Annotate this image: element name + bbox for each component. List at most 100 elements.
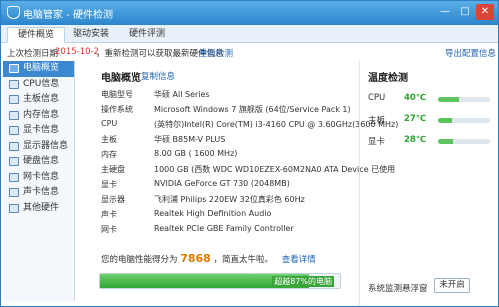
- sidebar-item-label: CPU信息: [23, 78, 60, 89]
- score-prefix: 您的电脑性能得分为: [101, 255, 178, 265]
- network-card-icon: [9, 172, 19, 182]
- overview-panel: 电脑概览 复制信息 电脑型号 华硕 All Series 操作系统 Microsof…: [81, 61, 398, 306]
- memory-icon: [9, 110, 19, 120]
- title-bar[interactable]: 电脑管家 - 硬件检测 — □ ✕: [1, 1, 498, 25]
- computer-icon: [9, 64, 19, 73]
- sidebar-item-label: 主板信息: [23, 94, 60, 104]
- motherboard-icon: [9, 95, 19, 104]
- row-label: 电脑型号: [101, 90, 133, 99]
- tab-bar: 硬件概览 驱动安装 硬件评测: [1, 25, 498, 43]
- sidebar-item-label: 显示器信息: [23, 140, 69, 151]
- sidebar-item-label: 电脑概览: [23, 63, 60, 73]
- row-value: 飞利浦 Philips 220EW 32位真彩色 60Hz: [154, 195, 305, 204]
- sidebar-item-motherboard[interactable]: 主板信息: [3, 92, 74, 108]
- view-details-link[interactable]: 查看详情: [282, 255, 316, 265]
- performance-score: 您的电脑性能得分为 7868 ，简直太牛啦。 查看详情: [101, 252, 316, 265]
- row-value: 华硕 All Series: [154, 90, 210, 99]
- temp-row-graphics: 显卡 28℃: [368, 135, 496, 149]
- row-label: 主硬盘: [101, 165, 125, 174]
- row-value: NVIDIA GeForce GT 730 (2048MB): [154, 179, 290, 188]
- performance-bar-label: 超越87%的电脑: [272, 276, 334, 287]
- sidebar-item-label: 声卡信息: [23, 187, 60, 197]
- row-label: 操作系统: [101, 105, 133, 114]
- temp-value: 28℃: [404, 135, 427, 145]
- shield-icon: [7, 6, 20, 19]
- temperature-title: 温度检测: [368, 73, 408, 84]
- row-label: 内存: [101, 150, 117, 159]
- row-label: 网卡: [101, 225, 117, 234]
- recheck-link[interactable]: 重新检测: [199, 47, 233, 59]
- sidebar-item-cpu[interactable]: CPU信息: [3, 77, 74, 93]
- floating-monitor-toggle[interactable]: 未开启: [434, 278, 470, 293]
- temp-bar: [438, 118, 490, 123]
- row-value: 8.00 GB ( 1600 MHz): [154, 149, 238, 158]
- hard-disk-icon: [9, 157, 19, 166]
- info-row-network: 网卡 Realtek PCIe GBE Family Controller: [101, 224, 361, 237]
- last-check-label: 上次检测日期: [7, 49, 59, 59]
- tab-hardware-overview[interactable]: 硬件概览: [7, 27, 66, 43]
- temp-bar-fill: [438, 97, 459, 102]
- tab-driver-install[interactable]: 驱动安装: [63, 27, 119, 43]
- temp-row-motherboard: 主板 27℃: [368, 114, 496, 128]
- score-value: 7868: [180, 252, 211, 265]
- sidebar-item-monitor[interactable]: 显示器信息: [3, 139, 74, 155]
- overview-title: 电脑概览: [101, 73, 141, 84]
- temp-bar: [438, 139, 490, 144]
- row-value: Microsoft Windows 7 旗舰版 (64位/Service Pac…: [154, 105, 351, 114]
- temp-bar-fill: [438, 139, 453, 144]
- temp-value: 40℃: [404, 93, 427, 103]
- graphics-card-icon: [9, 126, 19, 135]
- row-label: CPU: [101, 119, 118, 128]
- temp-label: 显卡: [368, 137, 386, 147]
- sidebar-item-memory[interactable]: 内存信息: [3, 108, 74, 124]
- row-value: Realtek PCIe GBE Family Controller: [154, 224, 294, 233]
- tab-hardware-benchmark[interactable]: 硬件评测: [119, 27, 175, 43]
- last-check-date: 2015-10-2: [55, 47, 99, 57]
- sidebar-item-label: 硬盘信息: [23, 156, 60, 166]
- copy-info-link[interactable]: 复制信息: [141, 70, 175, 82]
- app-window: 电脑管家 - 硬件检测 — □ ✕ 硬件概览 驱动安装 硬件评测 上次检测日期 …: [0, 0, 499, 307]
- sidebar-item-disk[interactable]: 硬盘信息: [3, 154, 74, 170]
- info-bar: 上次检测日期 2015-10-2 ，重新检测可以获取最新硬件信息 重新检测 导出…: [1, 44, 498, 60]
- cpu-icon: [9, 79, 19, 89]
- sidebar-item-other[interactable]: 其他硬件: [3, 201, 74, 217]
- info-row-memory: 内存 8.00 GB ( 1600 MHz): [101, 149, 361, 162]
- floating-monitor-label: 系统监测悬浮窗: [368, 284, 428, 294]
- sidebar-item-sound[interactable]: 声卡信息: [3, 185, 74, 201]
- info-row-cpu: CPU (英特尔)Intel(R) Core(TM) i3-4160 CPU @ …: [101, 119, 398, 132]
- temp-value: 27℃: [404, 114, 427, 124]
- temp-label: 主板: [368, 116, 386, 126]
- info-row-disk: 主硬盘 1000 GB (西数 WDC WD10EZEX-60M2NA0 ATA …: [101, 164, 395, 177]
- sidebar: 电脑概览 CPU信息 主板信息 内存信息 显卡信息 显示器信息 硬盘信息 网卡信…: [3, 61, 75, 301]
- sidebar-item-label: 显卡信息: [23, 125, 60, 135]
- info-row-monitor: 显示器 飞利浦 Philips 220EW 32位真彩色 60Hz: [101, 194, 361, 207]
- row-value: 华硕 B85M-V PLUS: [154, 135, 226, 144]
- other-hardware-icon: [9, 203, 19, 213]
- sidebar-item-graphics[interactable]: 显卡信息: [3, 123, 74, 139]
- info-row-graphics: 显卡 NVIDIA GeForce GT 730 (2048MB): [101, 179, 361, 192]
- window-title: 电脑管家 - 硬件检测: [23, 10, 113, 21]
- info-row-os: 操作系统 Microsoft Windows 7 旗舰版 (64位/Service…: [101, 104, 361, 117]
- row-label: 显示器: [101, 195, 125, 204]
- temp-bar-fill: [438, 118, 453, 123]
- maximize-button[interactable]: □: [456, 4, 474, 20]
- temperature-panel: 温度检测 CPU 40℃ 主板 27℃ 显卡 28℃ 系统监测悬浮窗 未开启: [359, 61, 498, 306]
- sidebar-item-network[interactable]: 网卡信息: [3, 170, 74, 186]
- close-button[interactable]: ✕: [476, 4, 494, 20]
- temp-row-cpu: CPU 40℃: [368, 93, 496, 107]
- info-row-model: 电脑型号 华硕 All Series: [101, 89, 361, 102]
- performance-bar: 超越87%的电脑: [99, 273, 341, 289]
- temp-bar: [438, 97, 490, 102]
- row-value: Realtek High Definition Audio: [154, 209, 272, 218]
- sidebar-item-label: 网卡信息: [23, 171, 60, 182]
- export-config-link[interactable]: 导出配置信息: [445, 47, 496, 59]
- minimize-button[interactable]: —: [436, 4, 454, 20]
- info-row-sound: 声卡 Realtek High Definition Audio: [101, 209, 361, 222]
- monitor-icon: [9, 141, 19, 151]
- row-label: 声卡: [101, 210, 117, 219]
- temp-label: CPU: [368, 93, 386, 103]
- row-label: 显卡: [101, 180, 117, 189]
- row-label: 主板: [101, 135, 117, 144]
- sidebar-item-overview[interactable]: 电脑概览: [3, 61, 74, 77]
- sidebar-item-label: 内存信息: [23, 109, 60, 120]
